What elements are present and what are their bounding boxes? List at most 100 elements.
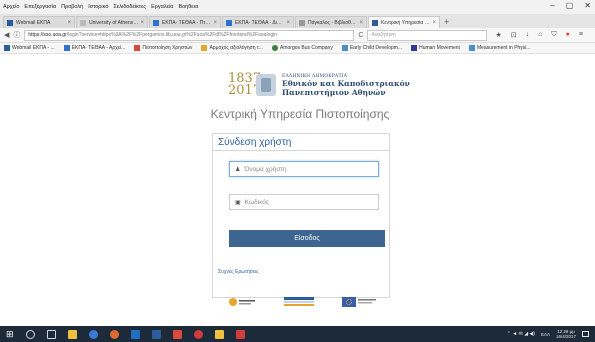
- username-placeholder: Όνομα χρήστη: [244, 165, 287, 173]
- bookmark-icon: [63, 45, 70, 51]
- logo-year-bottom: 2017: [228, 83, 262, 98]
- word-icon[interactable]: [151, 329, 161, 339]
- search-icon[interactable]: [25, 329, 35, 339]
- bookmark-icon: [4, 45, 10, 51]
- edge-icon[interactable]: [88, 329, 98, 339]
- bookmark-icon: [272, 45, 279, 51]
- bookmark-label: Webmail ΕΚΠΑ - ...: [12, 45, 55, 51]
- bookmark-star-icon[interactable]: ★: [495, 31, 501, 39]
- close-icon[interactable]: ✕: [584, 1, 591, 10]
- menu-help[interactable]: Βοήθεια: [178, 4, 198, 10]
- address-bar[interactable]: https://sso.uoa.gr /login?service=https%…: [24, 29, 355, 41]
- new-tab-button[interactable]: +: [444, 16, 449, 28]
- back-icon[interactable]: ◀: [4, 31, 9, 39]
- tab-tefaa-procedure[interactable]: ΕΚΠΑ- ΤΕΘΑΑ - Διαδικασία ×: [222, 16, 294, 28]
- partner-logos: [228, 296, 378, 308]
- menu-history[interactable]: Ιστορικό: [88, 4, 108, 10]
- tray-icons[interactable]: ⌃ ◄ ✉ ◢ ◀): [507, 331, 535, 337]
- logo-years: 1837 2017: [228, 72, 262, 98]
- bookmark-item[interactable]: ΕΚΠΑ- ΤΕΘΑΑ - Αρχεί...: [63, 45, 125, 51]
- system-tray: ⌃ ◄ ✉ ◢ ◀) ΕΛΛ 12:28 μμ 16/4/2017: [507, 326, 589, 342]
- bookmark-icon: [468, 45, 475, 51]
- close-tab-icon[interactable]: ×: [213, 20, 217, 26]
- language-indicator[interactable]: ΕΛΛ: [541, 332, 550, 337]
- logo-text: ΕΛΛΗΝΙΚΗ ΔΗΜΟΚΡΑΤΙΑ Εθνικόν και Καποδιστ…: [282, 74, 410, 97]
- tab-favicon-icon: [226, 19, 232, 26]
- tab-sso-active[interactable]: Κεντρική Υπηρεσία Πιστοπ ×: [368, 16, 440, 28]
- tab-label: ΕΚΠΑ- ΤΕΘΑΑ - Διαδικασία: [235, 19, 284, 26]
- task-view-icon[interactable]: [46, 329, 56, 339]
- powerpoint-icon[interactable]: [172, 329, 182, 339]
- windows-start-icon[interactable]: ⊞: [6, 329, 14, 340]
- username-field[interactable]: ♟ Όνομα χρήστη: [229, 161, 379, 177]
- service-title: Κεντρική Υπηρεσία Πιστοποίησης: [210, 107, 390, 121]
- outlook-icon[interactable]: [130, 329, 140, 339]
- faq-link[interactable]: Συχνές Ερωτήσεις: [218, 269, 259, 275]
- menu-tools[interactable]: Εργαλεία: [151, 4, 173, 10]
- url-path: /login?service=https%3A%2F%2Fpergamos.li…: [66, 32, 278, 38]
- bookmark-item[interactable]: Webmail ΕΚΠΑ - ...: [4, 45, 55, 51]
- notification-icon[interactable]: [582, 331, 589, 337]
- opera-icon[interactable]: [193, 329, 203, 339]
- reload-icon[interactable]: C: [358, 32, 363, 39]
- partner-logo-eu: [342, 297, 376, 307]
- tab-teфaa-thesis[interactable]: ΕΚΠΑ- ΤΕΘΑΑ - Πτυχιακή ×: [149, 16, 221, 28]
- firefox-icon[interactable]: [109, 329, 119, 339]
- tab-label: Webmail EKΠA: [16, 19, 51, 26]
- bookmark-icon: [341, 45, 348, 51]
- search-input[interactable]: Αναζήτηση: [367, 29, 488, 41]
- user-icon: ♟: [235, 166, 241, 173]
- menu-file[interactable]: Αρχείο: [3, 4, 19, 10]
- tab-library[interactable]: Πάγκαλος - Βιβλιοθήκη και ×: [295, 16, 367, 28]
- password-field[interactable]: ▣ Κωδικός: [229, 194, 379, 210]
- tab-university[interactable]: University of Athens [TYPO3 4.5 ×: [76, 16, 148, 28]
- bookmark-label: Πιστοποίηση Χρηστών: [142, 45, 193, 51]
- bookmark-item[interactable]: Human Movement: [411, 45, 460, 51]
- bookmark-item[interactable]: Αρμοχός αξιολόγηση τ...: [201, 45, 263, 51]
- close-tab-icon[interactable]: ×: [286, 20, 290, 26]
- tab-webmail[interactable]: Webmail EKΠA ×: [3, 16, 75, 28]
- close-tab-icon[interactable]: ×: [359, 20, 363, 26]
- tab-label: ΕΚΠΑ- ΤΕΘΑΑ - Πτυχιακή: [162, 19, 211, 26]
- clock-date: 16/4/2017: [555, 334, 576, 339]
- login-header: Σύνδεση χρήστη: [213, 134, 389, 151]
- bookmarks-bar: Webmail ΕΚΠΑ - ... ΕΚΠΑ- ΤΕΘΑΑ - Αρχεί..…: [0, 43, 595, 54]
- file-explorer-icon[interactable]: [67, 329, 77, 339]
- info-icon[interactable]: ⓘ: [13, 30, 20, 40]
- bookmark-icon: [411, 45, 418, 51]
- login-button[interactable]: Είσοδος: [229, 230, 385, 247]
- navigation-bar: ◀ ⓘ https://sso.uoa.gr /login?service=ht…: [0, 28, 595, 43]
- toolbar-icons: ★ ⊡ ↓ ⌂ ⛉ ● ≡: [495, 31, 582, 39]
- clock[interactable]: 12:28 μμ 16/4/2017: [556, 329, 576, 339]
- window-controls: – ▢ ✕: [550, 1, 591, 10]
- reader-icon[interactable]: ⊡: [511, 31, 517, 39]
- close-tab-icon[interactable]: ×: [67, 20, 71, 26]
- acrobat-icon[interactable]: [235, 329, 245, 339]
- url-host: https://sso.uoa.gr: [28, 32, 67, 38]
- minimize-icon[interactable]: –: [550, 1, 554, 10]
- partner-logo-left: [229, 298, 255, 306]
- addon-icon[interactable]: ●: [566, 31, 570, 39]
- paint-icon[interactable]: [214, 329, 224, 339]
- bookmark-item[interactable]: Early Child Developm...: [341, 45, 402, 51]
- hamburger-menu-icon[interactable]: ≡: [579, 31, 583, 39]
- maximize-icon[interactable]: ▢: [566, 1, 574, 10]
- home-icon[interactable]: ⌂: [538, 31, 542, 39]
- menu-view[interactable]: Προβολή: [61, 4, 83, 10]
- menu-bookmarks[interactable]: Σελιδοδείκτες: [113, 4, 146, 10]
- close-tab-icon[interactable]: ×: [432, 20, 436, 26]
- close-tab-icon[interactable]: ×: [140, 20, 144, 26]
- pocket-icon[interactable]: ⛉: [551, 31, 556, 39]
- lock-icon: ▣: [235, 199, 241, 206]
- tab-favicon-icon: [153, 19, 159, 26]
- logo-line-2: Πανεπιστήμιον Αθηνών: [282, 87, 386, 97]
- download-icon[interactable]: ↓: [526, 31, 530, 39]
- logo-line-1: Εθνικόν και Καποδιστριακόν: [282, 78, 410, 88]
- bookmark-item[interactable]: Amorgos Bus Company: [272, 45, 333, 51]
- tab-label: Κεντρική Υπηρεσία Πιστοπ: [381, 19, 430, 26]
- bookmark-item[interactable]: Πιστοποίηση Χρηστών: [134, 45, 192, 51]
- bookmark-item[interactable]: Measurement in Physi...: [468, 45, 531, 51]
- tab-favicon-icon: [7, 19, 13, 26]
- tab-label: University of Athens [TYPO3 4.5: [89, 19, 138, 26]
- menu-edit[interactable]: Επεξεργασία: [24, 4, 56, 10]
